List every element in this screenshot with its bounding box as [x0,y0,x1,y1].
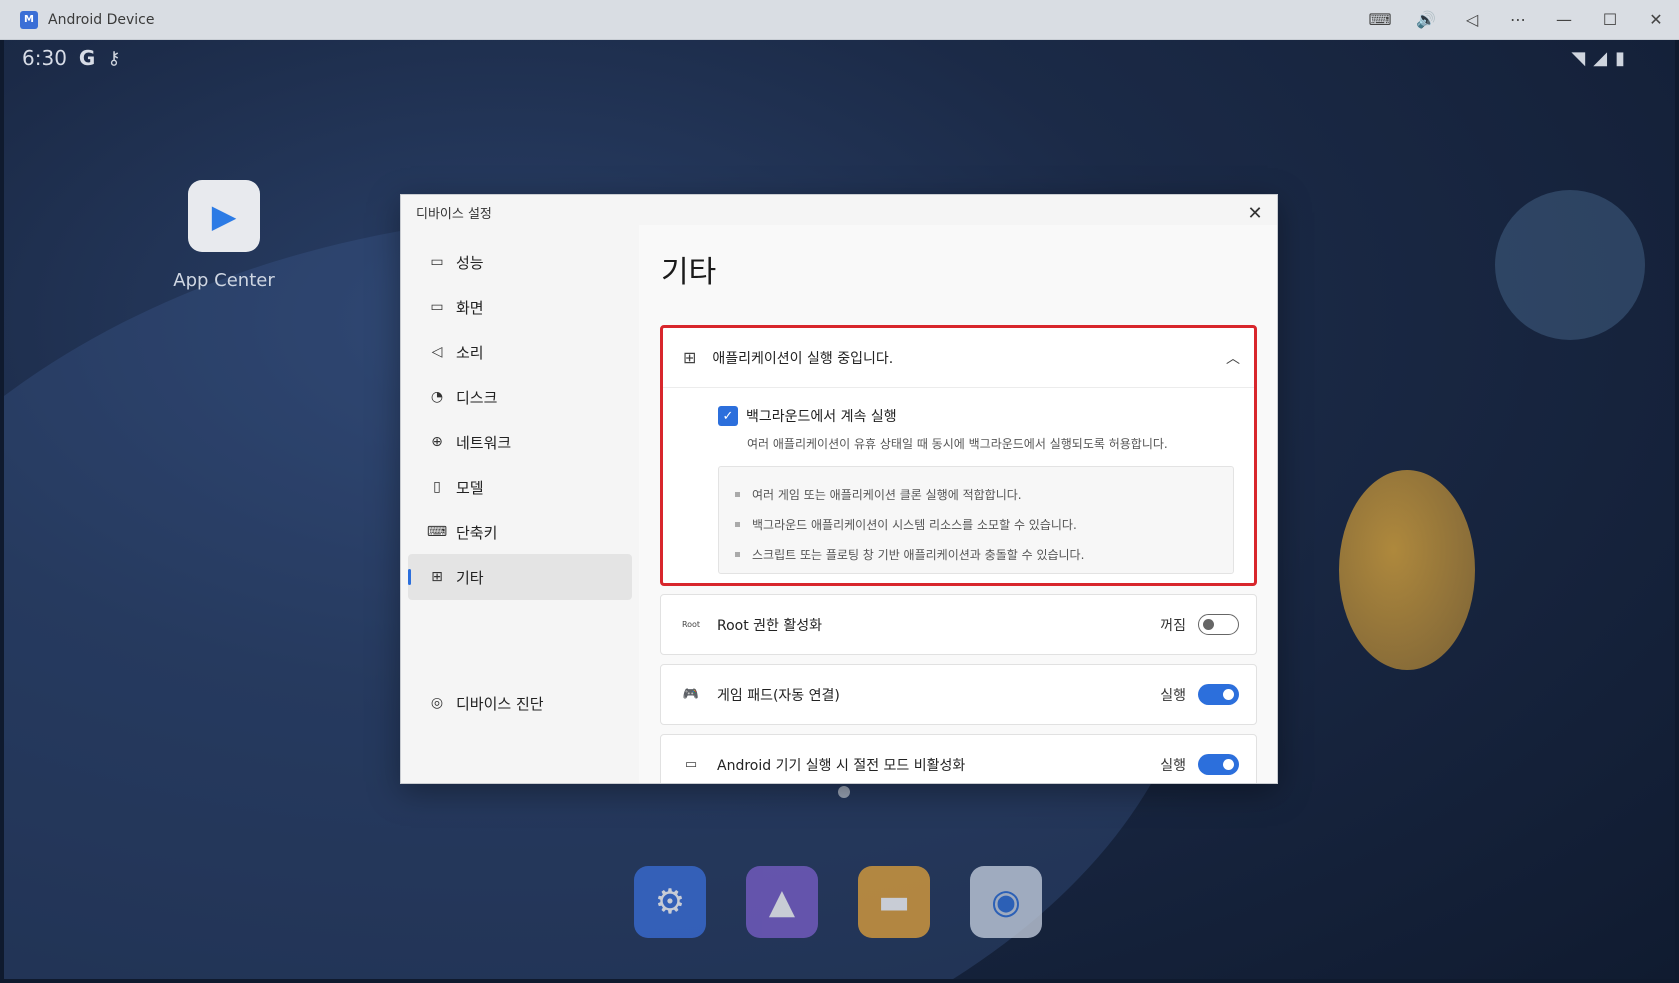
android-status-bar: 6:30 G ⚷ ◥ ◢ ▮ [4,40,1675,76]
power-save-row: ▭ Android 기기 실행 시 절전 모드 비활성화 실행 [660,734,1257,783]
diagnostics-icon: ◎ [430,695,444,711]
display-icon: ▭ [430,299,444,315]
nav-device-diagnostics[interactable]: ◎ 디바이스 진단 [408,680,632,726]
signal-icon: ◢ [1593,47,1608,69]
note-text: 여러 게임 또는 애플리케이션 클론 실행에 적합합니다. [752,487,1022,502]
note-text: 백그라운드 애플리케이션이 시스템 리소스를 소모할 수 있습니다. [752,517,1077,532]
gamepad-toggle[interactable] [1198,684,1239,705]
shortcut-icon: ⌨ [426,524,448,540]
note-item: 스크립트 또는 플로팅 창 기반 애플리케이션과 충돌할 수 있습니다. [719,539,1233,569]
root-icon: Root [681,620,701,629]
nav-label: 디바이스 진단 [456,694,544,713]
power-save-label: Android 기기 실행 시 절전 모드 비활성화 [717,757,966,774]
background-run-label: 백그라운드에서 계속 실행 [746,409,897,425]
network-icon: ⊕ [431,434,443,450]
chevron-up-icon[interactable]: ︿ [1226,348,1240,368]
dialog-title: 디바이스 설정 [416,206,492,222]
power-save-toggle[interactable] [1198,754,1239,775]
background-run-option[interactable]: ✓ 백그라운드에서 계속 실행 [718,406,897,426]
gamepad-row: 🎮 게임 패드(자동 연결) 실행 [660,664,1257,725]
note-text: 스크립트 또는 플로팅 창 기반 애플리케이션과 충돌할 수 있습니다. [752,547,1085,562]
keyboard-icon[interactable]: ⌨ [1357,0,1403,40]
android-device-app-icon: M [20,10,38,29]
power-save-state: 실행 [1160,757,1186,774]
wallpaper-moon [1495,190,1645,340]
settings-app-icon[interactable]: ⚙ [634,866,706,938]
performance-icon: ▭ [430,254,444,270]
battery-icon: ▮ [1615,47,1625,69]
key-icon: ⚷ [107,47,121,69]
window-title: Android Device [48,11,155,28]
close-icon[interactable]: ✕ [1633,0,1679,40]
gamepad-icon: 🎮 [682,687,700,702]
nav-label: 소리 [456,343,484,362]
bullet-icon [735,491,740,497]
nav-disk[interactable]: ◔ 디스크 [408,374,632,420]
nav-other[interactable]: ⊞ 기타 [408,554,632,600]
background-run-notes: 여러 게임 또는 애플리케이션 클론 실행에 적합합니다. 백그라운드 애플리케… [718,466,1234,574]
nav-label: 성능 [456,253,484,272]
note-item: 백그라운드 애플리케이션이 시스템 리소스를 소모할 수 있습니다. [719,509,1233,539]
nav-shortcut[interactable]: ⌨ 단축키 [408,509,632,555]
app-center-label: App Center [173,270,275,291]
disk-icon: ◔ [430,389,444,405]
model-icon: ▯ [433,479,441,495]
gallery-app-icon[interactable]: ▲ [746,866,818,938]
wallpaper-planet [1339,470,1475,670]
nav-display[interactable]: ▭ 화면 [408,284,632,330]
sound-icon: ◁ [431,344,443,360]
settings-sidebar: ▭ 성능 ▭ 화면 ◁ 소리 ◔ 디스크 ⊕ 네트워크 ▯ 모델 ⌨ 단축키 ⊞ [401,229,639,783]
apps-icon: ⊞ [683,348,697,367]
window-controls: ⌨ 🔊 ◁ ⋯ — ☐ ✕ [1357,0,1679,40]
other-icon: ⊞ [431,569,443,585]
background-run-checkbox[interactable]: ✓ [718,406,738,426]
files-app-icon[interactable]: ▬ [858,866,930,938]
more-icon[interactable]: ⋯ [1495,0,1541,40]
app-center-icon: ▶ [188,180,260,252]
gamepad-state: 실행 [1160,687,1186,704]
running-apps-title: 애플리케이션이 실행 중입니다. [712,350,894,367]
minimize-icon[interactable]: — [1541,0,1587,40]
nav-label: 화면 [456,298,484,317]
maximize-icon[interactable]: ☐ [1587,0,1633,40]
gamepad-label: 게임 패드(자동 연결) [717,687,840,704]
settings-content: 기타 ⊞ 애플리케이션이 실행 중입니다. ︿ ✓ 백그라운드에서 계속 실행 … [639,225,1277,783]
note-item: 여러 게임 또는 애플리케이션 클론 실행에 적합합니다. [719,479,1233,509]
page-title: 기타 [661,255,717,290]
root-permission-row: Root Root 권한 활성화 꺼짐 [660,594,1257,655]
dock: ⚙ ▲ ▬ ◉ [634,866,1042,938]
status-time: 6:30 [22,46,67,70]
running-apps-header[interactable]: ⊞ 애플리케이션이 실행 중입니다. ︿ [663,328,1254,388]
window-titlebar: M Android Device ⌨ 🔊 ◁ ⋯ — ☐ ✕ [0,0,1679,40]
nav-label: 모델 [456,478,484,497]
root-permission-state: 꺼짐 [1160,617,1186,634]
dialog-close-icon[interactable]: ✕ [1243,201,1267,225]
volume-icon[interactable]: 🔊 [1403,0,1449,40]
nav-label: 기타 [456,568,484,587]
root-permission-toggle[interactable] [1198,614,1239,635]
google-icon: G [78,46,96,70]
wifi-icon: ◥ [1571,47,1586,69]
nav-model[interactable]: ▯ 모델 [408,464,632,510]
nav-label: 단축키 [456,523,498,542]
device-settings-dialog: 디바이스 설정 ✕ ▭ 성능 ▭ 화면 ◁ 소리 ◔ 디스크 ⊕ 네트워크 ▯ … [400,194,1278,784]
app-center-shortcut[interactable]: ▶ App Center [164,180,284,291]
nav-label: 디스크 [456,388,498,407]
back-icon[interactable]: ◁ [1449,0,1495,40]
power-save-icon: ▭ [684,757,698,772]
bullet-icon [735,521,740,527]
bullet-icon [735,551,740,557]
page-indicator [838,786,850,798]
background-run-description: 여러 애플리케이션이 유휴 상태일 때 동시에 백그라운드에서 실행되도록 허용… [747,437,1168,451]
root-permission-label: Root 권한 활성화 [717,617,823,634]
nav-network[interactable]: ⊕ 네트워크 [408,419,632,465]
nav-performance[interactable]: ▭ 성능 [408,239,632,285]
nav-label: 네트워크 [456,433,512,452]
nav-sound[interactable]: ◁ 소리 [408,329,632,375]
running-apps-group: ⊞ 애플리케이션이 실행 중입니다. ︿ ✓ 백그라운드에서 계속 실행 여러 … [660,325,1257,586]
browser-app-icon[interactable]: ◉ [970,866,1042,938]
